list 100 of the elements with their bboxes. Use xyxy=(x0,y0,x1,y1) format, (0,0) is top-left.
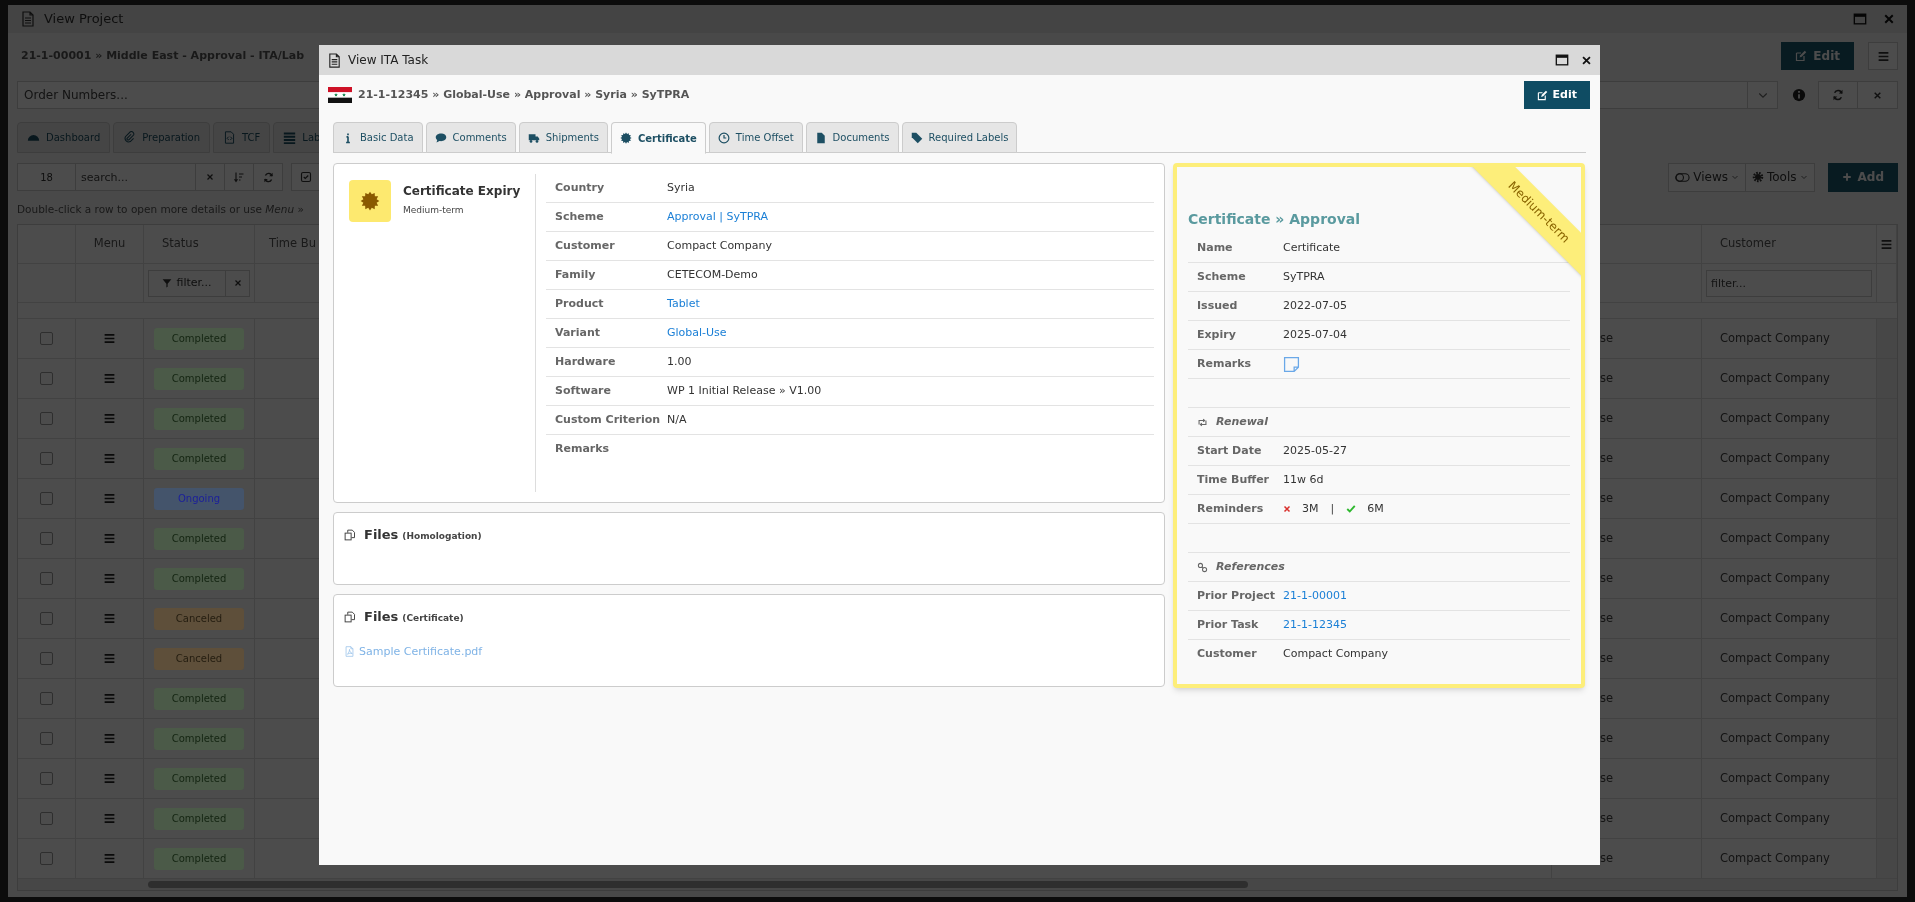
tab[interactable]: Required Labels xyxy=(901,122,1018,153)
seal-icon xyxy=(619,132,632,144)
table-cell-text: Compact Company xyxy=(1720,329,1830,347)
field-value: N/A xyxy=(667,411,687,428)
field-label: Name xyxy=(1196,239,1234,256)
table-cell-text: se xyxy=(1600,769,1614,787)
clock-icon xyxy=(717,131,730,144)
field-value: Syria xyxy=(667,179,695,196)
tab[interactable]: Time Offset xyxy=(708,122,803,153)
field-label: Product xyxy=(554,295,605,312)
table-cell-text: se xyxy=(1600,489,1614,507)
edit-button[interactable]: Edit xyxy=(1523,81,1590,109)
field-value: Compact Company xyxy=(667,237,773,254)
field-label: Remarks xyxy=(1196,355,1253,372)
tab[interactable]: Documents xyxy=(805,122,899,153)
table-cell-text: se xyxy=(1600,329,1614,347)
card-title: Certificate » Approval xyxy=(1188,209,1361,229)
maximize-icon xyxy=(1555,53,1569,67)
seal-icon xyxy=(360,191,380,211)
link[interactable]: Approval | SyTPRA xyxy=(667,208,769,226)
field-label: Issued xyxy=(1196,297,1239,314)
speech-bubble-icon xyxy=(434,131,447,144)
table-cell-text: Compact Company xyxy=(1720,849,1830,867)
repeat-icon xyxy=(1197,416,1208,428)
separator: | xyxy=(1330,500,1335,517)
field-label: Customer xyxy=(554,237,616,254)
field-value: 2025-07-04 xyxy=(1283,326,1347,343)
files-title: Files xyxy=(364,526,399,544)
breadcrumb: 21-1-12345 » Global-Use » Approval » Syria » SyTPRA xyxy=(358,86,690,103)
tab[interactable]: Basic Data xyxy=(333,122,423,153)
table-cell-text: se xyxy=(1600,689,1614,707)
pdf-file-icon xyxy=(344,646,355,658)
field-label: Customer xyxy=(1196,646,1258,663)
document-icon xyxy=(327,52,342,68)
field-value: Certificate xyxy=(1283,239,1341,256)
summary-title: Certificate Expiry xyxy=(403,183,521,200)
status-badge: Canceled xyxy=(154,647,244,670)
note-icon xyxy=(1283,355,1300,373)
table-cell-text: Compact Company xyxy=(1720,569,1830,587)
table-cell-text: se xyxy=(1600,849,1614,867)
field-label: Hardware xyxy=(554,353,617,370)
table-cell-text: Compact Company xyxy=(1720,529,1830,547)
summary-subtitle: Medium-term xyxy=(403,204,465,217)
dialog-title: View ITA Task xyxy=(348,52,429,69)
table-cell-text: Compact Company xyxy=(1720,769,1830,787)
table-cell-text: Compact Company xyxy=(1720,649,1830,667)
table-cell-text: se xyxy=(1600,609,1614,627)
table-cell-text: se xyxy=(1600,729,1614,747)
table-cell-text: Compact Company xyxy=(1720,409,1830,427)
files-qualifier: (Homologation) xyxy=(402,530,482,543)
field-label: Time Buffer xyxy=(1196,471,1271,488)
field-label: Scheme xyxy=(1196,268,1247,285)
field-value: 2022-07-05 xyxy=(1283,297,1347,314)
table-cell-text: Compact Company xyxy=(1720,449,1830,467)
field-value: Compact Company xyxy=(1283,646,1389,663)
files-title: Files xyxy=(364,608,399,626)
close-icon xyxy=(1581,54,1592,66)
copy-icon xyxy=(344,528,356,541)
table-cell-text: se xyxy=(1600,529,1614,547)
file-link[interactable]: Sample Certificate.pdf xyxy=(359,643,483,660)
tab[interactable]: Certificate xyxy=(610,122,706,154)
status-badge: Canceled xyxy=(154,607,244,630)
tags-icon xyxy=(910,131,923,144)
field-value: CETECOM-Demo xyxy=(667,266,758,283)
table-cell-text: se xyxy=(1600,649,1614,667)
tab[interactable]: Shipments xyxy=(518,122,608,153)
field-label: Variant xyxy=(554,324,602,341)
reminder-label: 3M xyxy=(1302,500,1319,517)
reminder-label: 6M xyxy=(1367,500,1384,517)
truck-icon xyxy=(527,131,540,144)
table-cell-text: Compact Company xyxy=(1720,729,1830,747)
tab[interactable]: Comments xyxy=(425,122,516,153)
field-label: Scheme xyxy=(554,208,605,225)
link[interactable]: 21-1-00001 xyxy=(1283,587,1347,605)
document-icon xyxy=(814,131,827,144)
field-label: Expiry xyxy=(1196,326,1237,343)
table-cell-text: se xyxy=(1600,369,1614,387)
field-label: Prior Project xyxy=(1196,587,1277,604)
field-value: WP 1 Initial Release » V1.00 xyxy=(667,382,822,399)
field-label: Remarks xyxy=(554,441,611,458)
field-value: SyTPRA xyxy=(1283,268,1325,285)
link[interactable]: Global-Use xyxy=(667,324,727,342)
copy-icon xyxy=(344,610,356,623)
table-cell-text: se xyxy=(1600,449,1614,467)
files-qualifier: (Certificate) xyxy=(402,612,464,625)
edit-icon xyxy=(1536,89,1548,101)
table-cell-text: Compact Company xyxy=(1720,369,1830,387)
table-cell-text: se xyxy=(1600,809,1614,827)
field-value: 2025-05-27 xyxy=(1283,442,1347,459)
field-label: Family xyxy=(554,266,597,283)
field-label: Prior Task xyxy=(1196,616,1260,633)
field-label: Software xyxy=(554,382,612,399)
table-cell-text: Compact Company xyxy=(1720,809,1830,827)
table-cell-text: Compact Company xyxy=(1720,489,1830,507)
table-cell-text: se xyxy=(1600,409,1614,427)
field-label: Country xyxy=(554,179,606,196)
field-label: Reminders xyxy=(1196,500,1265,517)
link-icon xyxy=(1197,561,1208,573)
link[interactable]: Tablet xyxy=(667,295,700,313)
link[interactable]: 21-1-12345 xyxy=(1283,616,1347,634)
